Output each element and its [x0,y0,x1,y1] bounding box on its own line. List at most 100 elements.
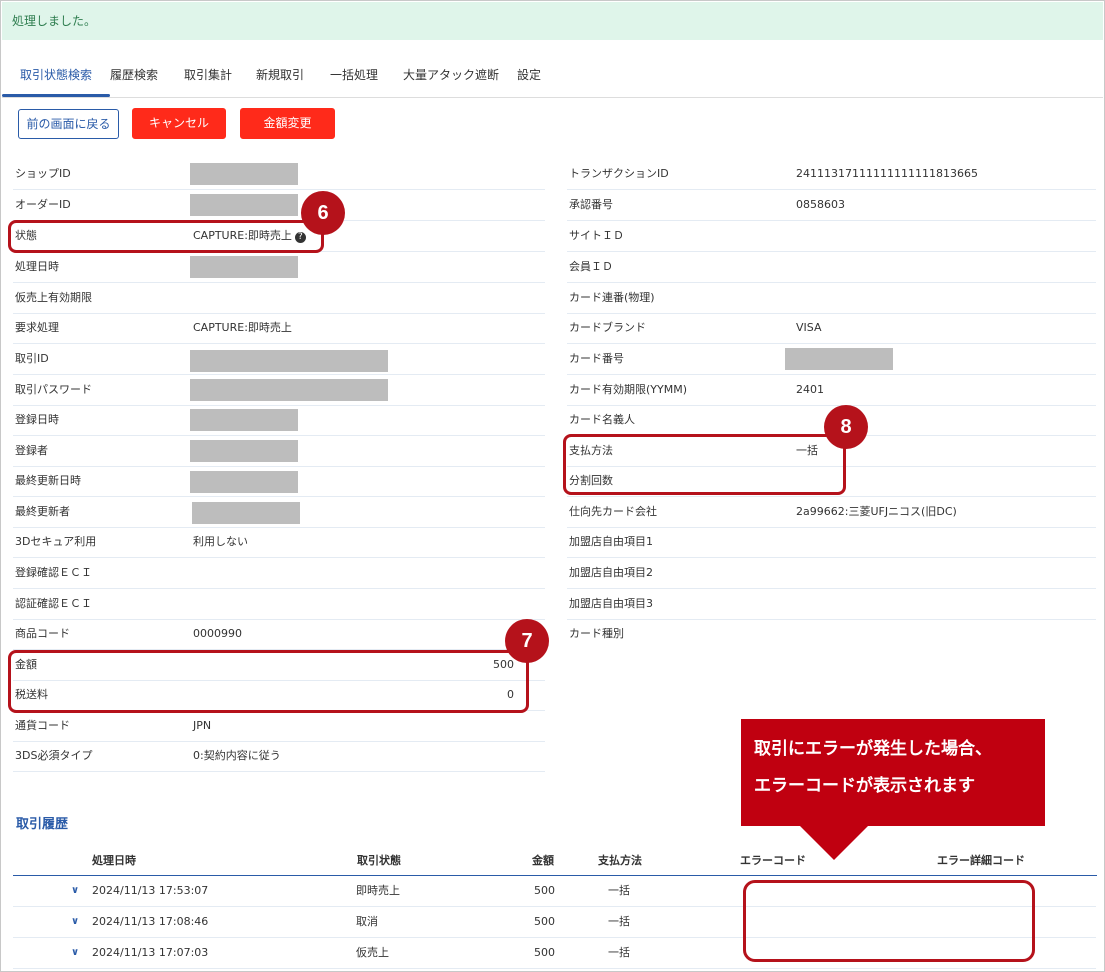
field-label: 仕向先カード会社 [569,505,657,518]
main-tabs: 取引状態検索 履歴検索 取引集計 新規取引 一括処理 大量アタック遮断 設定 [2,52,1103,98]
redacted-transaction-id [190,350,388,372]
tab-transaction-summary[interactable]: 取引集計 [178,52,238,98]
column-header-date: 処理日時 [92,854,136,867]
history-status: 仮売上 [356,946,389,959]
field-row: カード有効期限(YYMM) 2401 [567,375,1096,406]
field-label: 加盟店自由項目3 [569,597,653,610]
redacted-last-updater [192,502,300,524]
field-value: 2401 [796,383,824,396]
change-amount-button[interactable]: 金額変更 [240,108,335,139]
field-row: 加盟店自由項目2 [567,558,1096,589]
active-tab-indicator [2,94,110,97]
history-section-title: 取引履歴 [16,817,69,832]
field-label: カード番号 [569,352,624,365]
field-label: サイトＩＤ [569,229,624,242]
field-label: 仮売上有効期限 [15,291,92,304]
history-payment-method: 一括 [608,915,630,928]
field-label: 加盟店自由項目2 [569,566,653,579]
tab-settings[interactable]: 設定 [514,52,544,98]
field-label: 認証確認ＥＣＩ [15,597,92,610]
field-row: カード番号 [567,344,1096,375]
field-label: 要求処理 [15,321,59,334]
column-header-error-detail-code: エラー詳細コード [937,854,1025,867]
history-amount: 500 [534,915,555,928]
history-payment-method: 一括 [608,946,630,959]
field-label: カード連番(物理) [569,291,655,304]
column-header-error-code: エラーコード [740,854,806,867]
success-alert: 処理しました。 [2,2,1103,40]
column-header-status: 取引状態 [357,854,401,867]
tooltip-line-1: 取引にエラーが発生した場合、 [754,739,992,759]
field-label: 取引ID [15,352,49,365]
field-row: 商品コード 0000990 [13,619,545,650]
field-row: 通貨コード JPN [13,711,545,742]
field-label: トランザクションID [569,167,669,180]
history-status: 取消 [356,915,378,928]
alert-message: 処理しました。 [12,14,97,28]
field-label: ショップID [15,167,71,180]
field-label: オーダーID [15,198,71,211]
callout-error-code-highlight [743,880,1035,962]
field-value: CAPTURE:即時売上 [193,321,292,334]
field-value: 2a99662:三菱UFJニコス(旧DC) [796,505,957,518]
field-row: 3DS必須タイプ 0:契約内容に従う [13,741,545,772]
field-value: 24111317111111111111813665 [796,167,978,180]
field-value: 利用しない [193,535,248,548]
tab-new-transaction[interactable]: 新規取引 [250,52,310,98]
redacted-transaction-password [190,379,388,401]
redacted-order-id [190,194,298,216]
field-row: 加盟店自由項目3 [567,589,1096,620]
history-date: 2024/11/13 17:08:46 [92,915,209,928]
field-label: 登録確認ＥＣＩ [15,566,92,579]
field-row: 登録確認ＥＣＩ [13,558,545,589]
chevron-down-icon[interactable]: ∨ [71,876,79,906]
field-label: 3DS必須タイプ [15,749,93,762]
cancel-button[interactable]: キャンセル [132,108,226,139]
tab-history-search[interactable]: 履歴検索 [104,52,164,98]
tab-attack-blocking[interactable]: 大量アタック遮断 [396,52,506,98]
field-row: カード種別 [567,619,1096,650]
field-label: 登録者 [15,444,48,457]
field-value: VISA [796,321,822,334]
callout-status-highlight [8,220,324,253]
field-row: 加盟店自由項目1 [567,527,1096,558]
field-label: 登録日時 [15,413,59,426]
chevron-down-icon[interactable]: ∨ [71,938,79,968]
field-label: カード名義人 [569,413,635,426]
redacted-process-datetime [190,256,298,278]
field-value: JPN [193,719,212,732]
back-button[interactable]: 前の画面に戻る [18,109,119,139]
chevron-down-icon[interactable]: ∨ [71,907,79,937]
field-label: 通貨コード [15,719,70,732]
field-value: 0000990 [193,627,242,640]
field-label: 最終更新者 [15,505,70,518]
field-label: カード種別 [569,627,624,640]
error-code-tooltip: 取引にエラーが発生した場合、 エラーコードが表示されます [741,719,1045,826]
tab-transaction-search[interactable]: 取引状態検索 [2,52,110,98]
history-status: 即時売上 [356,884,400,897]
redacted-registrant [190,440,298,462]
callout-amount-highlight [8,650,529,713]
field-row: 3Dセキュア利用 利用しない [13,527,545,558]
history-date: 2024/11/13 17:07:03 [92,946,209,959]
field-label: 最終更新日時 [15,474,81,487]
field-row: 会員ＩＤ [567,252,1096,283]
field-label: 商品コード [15,627,70,640]
callout-badge-8: 8 [824,405,868,449]
tooltip-line-2: エラーコードが表示されます [754,776,975,796]
field-row: 認証確認ＥＣＩ [13,589,545,620]
callout-badge-7: 7 [505,619,549,663]
column-header-amount: 金額 [532,854,554,867]
field-label: 処理日時 [15,260,59,273]
field-row: カード連番(物理) [567,283,1096,314]
field-value: 0858603 [796,198,845,211]
callout-badge-6: 6 [301,191,345,235]
tab-batch-processing[interactable]: 一括処理 [324,52,384,98]
field-label: 加盟店自由項目1 [569,535,653,548]
history-date: 2024/11/13 17:53:07 [92,884,209,897]
history-amount: 500 [534,946,555,959]
history-amount: 500 [534,884,555,897]
field-row: サイトＩＤ [567,221,1096,252]
redacted-shop-id [190,163,298,185]
redacted-registered-datetime [190,409,298,431]
